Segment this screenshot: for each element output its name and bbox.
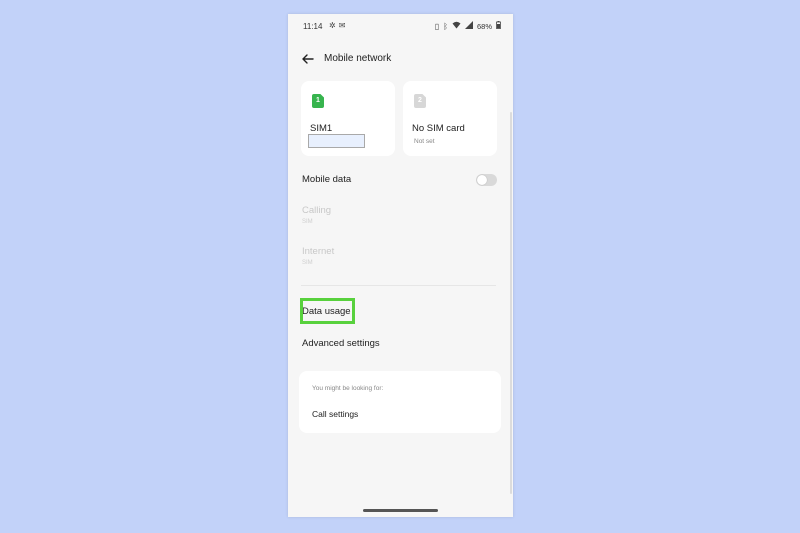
mobile-data-row[interactable]: Mobile data	[302, 174, 351, 185]
battery-icon	[496, 21, 501, 31]
settings-fan-icon: ✲	[329, 21, 336, 30]
internet-sim: SIM	[302, 260, 313, 266]
advanced-settings-label: Advanced settings	[302, 338, 380, 349]
data-usage-highlight	[300, 298, 355, 324]
suggestions-card: You might be looking for: Call settings	[299, 371, 501, 433]
sim2-name: No SIM card	[412, 123, 465, 134]
call-settings-link[interactable]: Call settings	[312, 409, 358, 419]
advanced-settings-row[interactable]: Advanced settings	[302, 338, 380, 349]
mail-icon: ✉	[338, 21, 346, 30]
internet-row: Internet SIM	[302, 246, 334, 266]
vibrate-icon: ▯	[434, 21, 440, 31]
toggle-knob	[477, 175, 487, 185]
mobile-data-toggle[interactable]	[476, 174, 497, 186]
divider	[301, 285, 496, 286]
phone-screen: 11:14 ✲ ✉ ▯ ᛒ 68% Mobile network 1 SIM1 …	[288, 14, 513, 517]
sim1-name: SIM1	[310, 123, 333, 134]
sim1-number-field[interactable]	[308, 134, 365, 148]
suggestions-heading: You might be looking for:	[312, 385, 384, 392]
sim-card-icon: 2	[414, 94, 426, 108]
back-arrow-icon[interactable]	[300, 51, 316, 67]
calling-sim: SIM	[302, 219, 313, 225]
calling-label: Calling	[302, 205, 332, 216]
calling-row: Calling SIM	[302, 205, 331, 225]
home-indicator[interactable]	[363, 509, 438, 512]
battery-percent: 68%	[476, 21, 492, 31]
sim1-card[interactable]: 1 SIM1	[301, 81, 395, 156]
app-header: Mobile network	[288, 51, 513, 69]
status-time: 11:14	[303, 22, 323, 31]
mobile-data-label: Mobile data	[302, 174, 352, 185]
status-bar: 11:14 ✲ ✉ ▯ ᛒ 68%	[288, 14, 513, 38]
internet-label: Internet	[302, 246, 335, 257]
sim2-card[interactable]: 2 No SIM card Not set	[403, 81, 497, 156]
scrollbar[interactable]	[510, 112, 512, 494]
sim2-status: Not set	[414, 138, 435, 145]
sim-card-icon: 1	[312, 94, 324, 108]
wifi-icon	[452, 21, 461, 31]
page-title: Mobile network	[324, 53, 392, 64]
signal-icon	[464, 21, 473, 31]
bluetooth-icon: ᛒ	[443, 21, 448, 31]
